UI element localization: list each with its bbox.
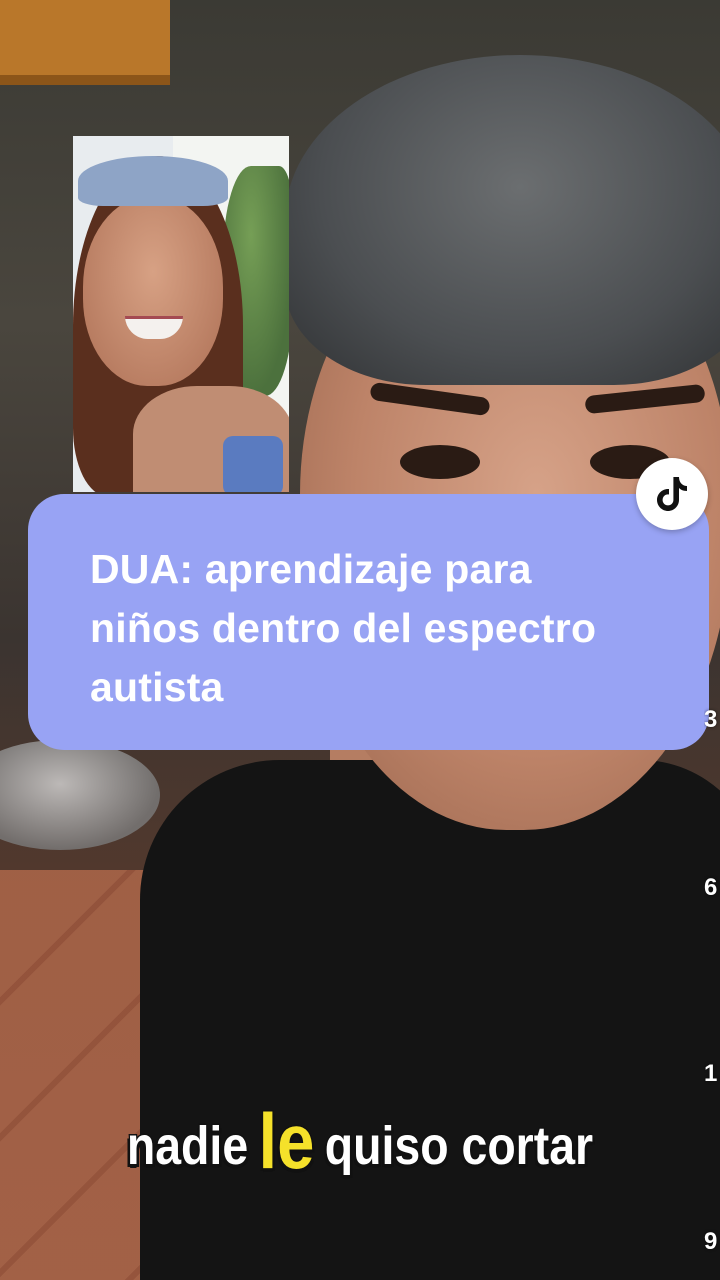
edge-count-2: 6 (704, 874, 718, 901)
person-cap (285, 55, 720, 385)
picture-in-picture[interactable] (73, 136, 289, 492)
subtitle-word-highlight: le (257, 1096, 316, 1187)
subtitle-word-before: nadie (126, 1115, 250, 1178)
pip-dress (223, 436, 283, 492)
pip-face (83, 196, 223, 386)
title-card-text: DUA: aprendizaje para niños dentro del e… (90, 546, 597, 710)
subtitle-word-after: quiso cortar (323, 1115, 594, 1178)
person-eye-left (400, 445, 480, 479)
tiktok-badge[interactable] (636, 458, 708, 530)
tiktok-logo-icon (657, 477, 687, 511)
person-shirt (140, 760, 720, 1280)
edge-count-4: 9 (704, 1228, 718, 1255)
subtitle-caption: nadie le quiso cortar (50, 1096, 669, 1187)
background-shelf (0, 0, 170, 85)
pip-headband (78, 156, 228, 206)
edge-count-3: 1 (704, 1060, 718, 1087)
edge-count-1: 3 (704, 706, 718, 733)
title-card: DUA: aprendizaje para niños dentro del e… (28, 494, 709, 750)
